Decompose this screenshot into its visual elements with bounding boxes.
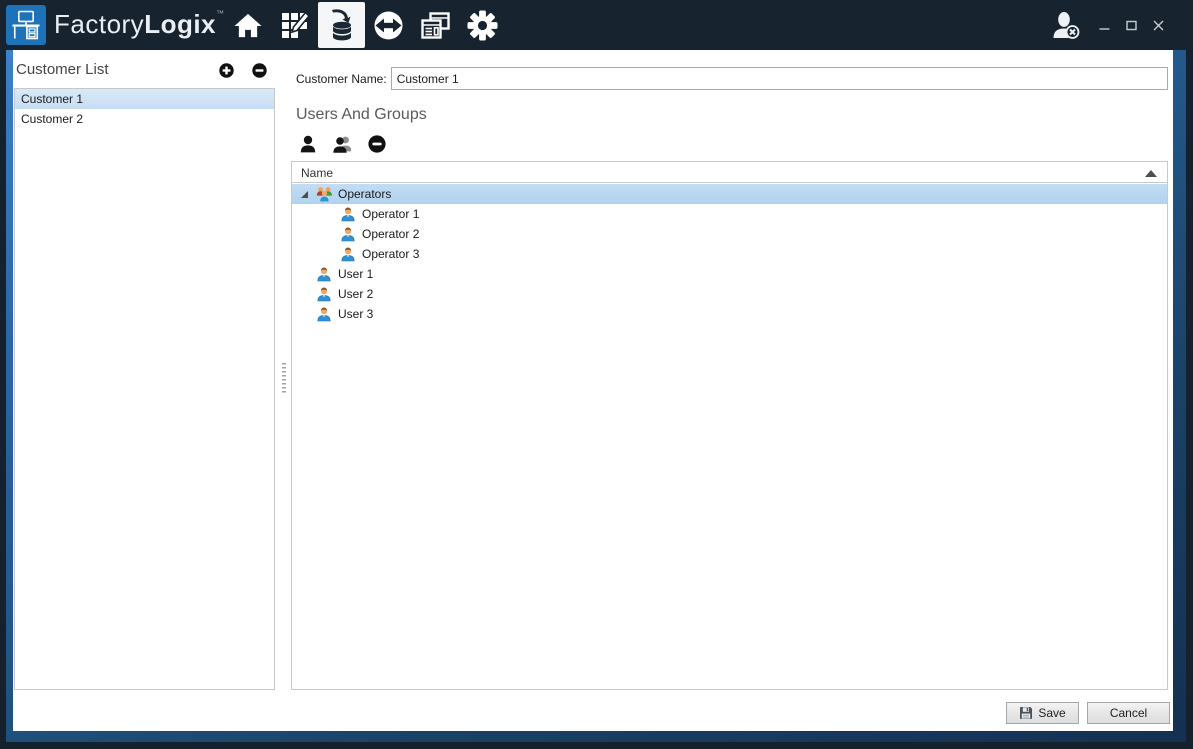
main-nav [224,2,506,48]
customer-name-row: Customer Name: [296,67,1168,90]
user-icon [340,226,357,242]
reports-icon [420,10,451,41]
footer-buttons: Save Cancel [1006,702,1170,724]
add-customer-button[interactable] [219,63,234,78]
tree-row-label: Operators [338,187,392,201]
expander-icon[interactable] [300,270,316,279]
tree-row[interactable]: Operator 2 [292,224,1167,244]
save-button[interactable]: Save [1006,702,1079,724]
user-logout-icon[interactable] [1051,11,1081,39]
cancel-button-label: Cancel [1109,706,1148,720]
close-icon[interactable] [1151,18,1166,33]
tree-row-label: Operator 3 [362,247,420,261]
maximize-icon[interactable] [1124,18,1139,33]
tree-row[interactable]: User 1 [292,264,1167,284]
brand-logix: Logix [144,9,217,39]
users-toolbar [300,134,386,153]
name-column-header: Name [301,166,334,180]
customer-name-input[interactable] [390,67,1168,90]
tree-row[interactable]: Operator 1 [292,204,1167,224]
customer-list-item[interactable]: Customer 1 [15,89,274,109]
customer-detail-pane: Customer Name: Users And Groups [291,50,1168,731]
titlebar: FactoryLogix™ [0,0,1193,50]
minimize-icon[interactable] [1097,18,1112,33]
user-icon [340,206,357,222]
nav-data-import-button[interactable] [318,2,365,48]
nav-production-button[interactable] [271,2,318,48]
cancel-button[interactable]: Cancel [1087,702,1170,724]
expander-icon[interactable] [324,250,340,259]
expander-icon[interactable] [324,210,340,219]
tree-row[interactable]: User 2 [292,284,1167,304]
pane-splitter[interactable] [276,50,290,690]
customer-listbox[interactable]: Customer 1 Customer 2 [14,88,275,690]
tree-row-label: User 2 [338,287,374,301]
app-window: FactoryLogix™ Customer List Customer 1 C… [0,0,1193,749]
nav-home-button[interactable] [224,2,271,48]
users-and-groups-title: Users And Groups [296,106,427,123]
factorylogix-desk-logo-icon [6,5,46,45]
sort-ascending-icon [1145,170,1157,177]
tree-column-header[interactable]: Name [292,162,1167,183]
user-icon [316,266,333,282]
splitter-grip-icon [282,363,286,393]
expander-icon[interactable] [300,290,316,299]
customer-list-pane: Customer List Customer 1 Customer 2 [13,50,290,731]
content-area: Customer List Customer 1 Customer 2 Cust… [13,50,1173,731]
customer-list-item[interactable]: Customer 2 [15,109,274,129]
nav-settings-button[interactable] [459,2,506,48]
users-tree: Name Operators Operator 1 Operator 2 Ope… [291,161,1168,690]
settings-gear-icon [467,10,498,41]
add-group-icon[interactable] [333,135,351,153]
remove-customer-button[interactable] [252,63,267,78]
tree-row-label: Operator 1 [362,207,420,221]
home-icon [233,12,263,39]
user-icon [340,246,357,262]
expander-icon[interactable] [300,190,316,199]
titlebar-right [1051,0,1193,50]
data-import-icon [326,8,358,42]
production-edit-icon [279,10,310,41]
user-icon [316,306,333,322]
customer-list-title: Customer List [16,61,109,78]
save-button-label: Save [1038,706,1066,720]
add-user-icon[interactable] [300,135,316,153]
tree-row[interactable]: Operators [292,184,1167,204]
remove-circle-icon[interactable] [368,135,386,153]
expander-icon[interactable] [300,310,316,319]
brand-factory: Factory [54,9,145,39]
tree-row[interactable]: User 3 [292,304,1167,324]
transfer-icon [373,10,404,41]
app-brand: FactoryLogix™ [54,9,224,40]
tree-row[interactable]: Operator 3 [292,244,1167,264]
customer-label: Customer 1 [21,92,84,106]
customer-label: Customer 2 [21,112,84,126]
tree-rows: Operators Operator 1 Operator 2 Operator… [292,184,1167,689]
expander-icon[interactable] [324,230,340,239]
tree-row-label: User 3 [338,307,374,321]
tree-row-label: User 1 [338,267,374,281]
brand-trademark: ™ [216,9,225,18]
save-floppy-icon [1019,706,1033,720]
window-controls [1097,18,1166,33]
nav-reports-button[interactable] [412,2,459,48]
group-icon [316,186,333,202]
user-icon [316,286,333,302]
customer-name-label: Customer Name: [296,71,387,86]
nav-transfer-button[interactable] [365,2,412,48]
tree-row-label: Operator 2 [362,227,420,241]
